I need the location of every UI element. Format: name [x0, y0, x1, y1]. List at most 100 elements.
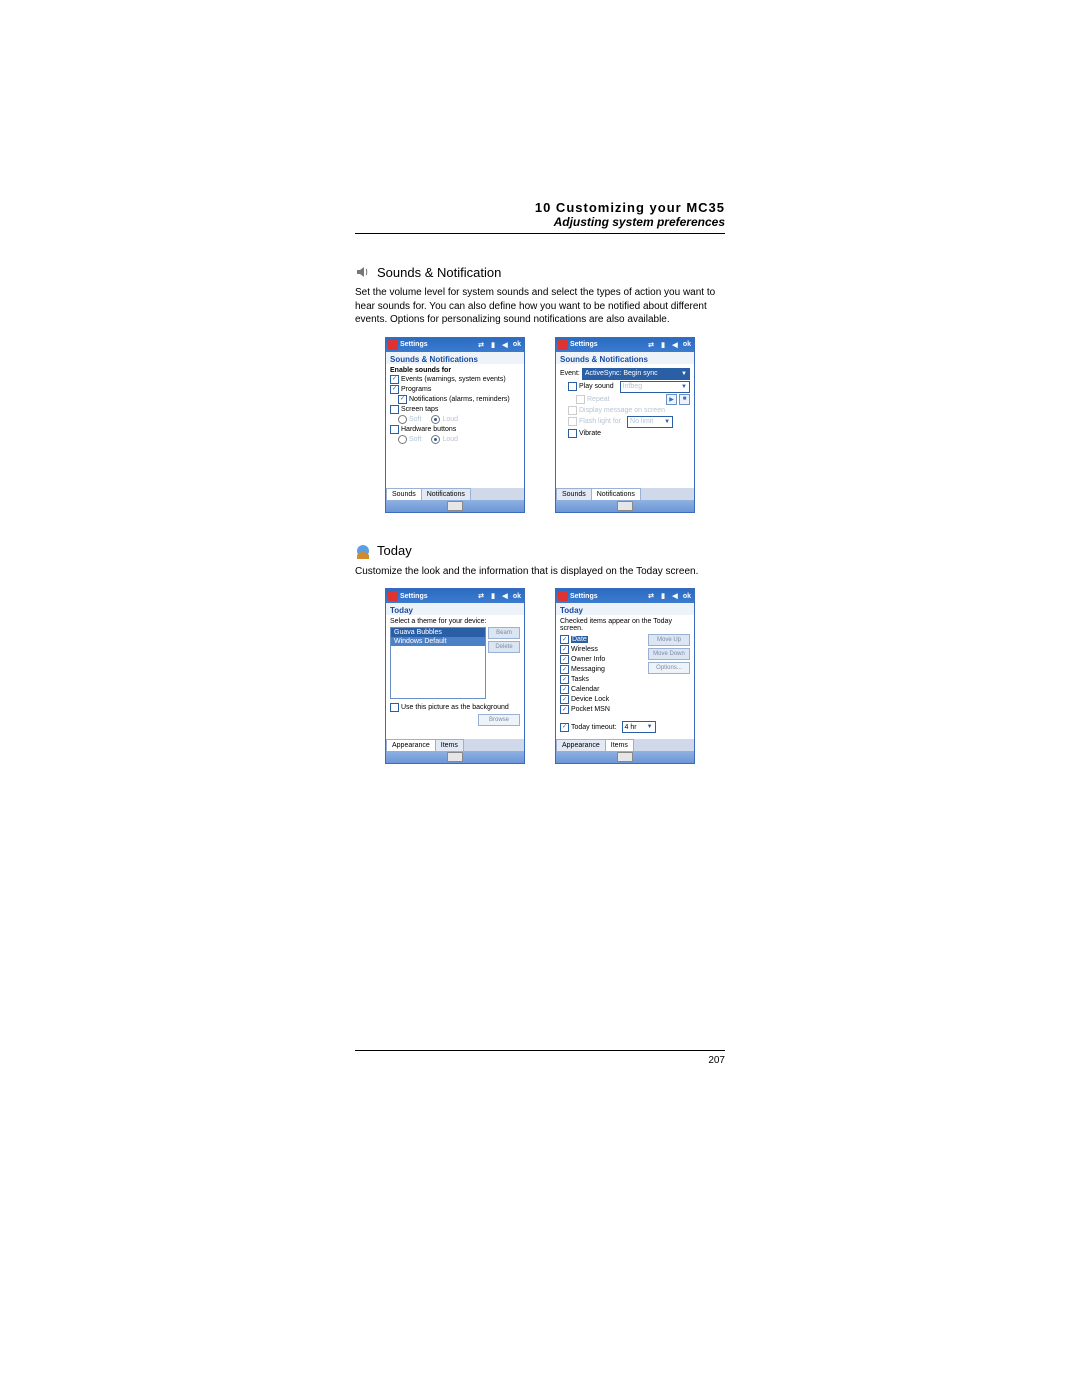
wireless-checkbox[interactable] — [560, 645, 569, 654]
signal-icon: ▮ — [658, 340, 668, 350]
start-flag-icon — [558, 591, 568, 601]
hwbuttons-label: Hardware buttons — [401, 426, 456, 433]
hwbuttons-soft-radio[interactable] — [398, 435, 407, 444]
theme-item-selected[interactable]: Guava Bubbles — [391, 628, 485, 637]
pocketmsn-label: Pocket MSN — [571, 706, 610, 713]
section-body-sounds: Set the volume level for system sounds a… — [355, 286, 725, 327]
soft-label: Soft — [409, 416, 421, 423]
volume-icon: ◀ — [670, 340, 680, 350]
start-flag-icon — [388, 591, 398, 601]
messaging-label: Messaging — [571, 666, 605, 673]
screentaps-loud-radio[interactable] — [431, 415, 440, 424]
tab-notifications[interactable]: Notifications — [591, 488, 641, 500]
soft-label-2: Soft — [409, 436, 421, 443]
titlebar-label: Settings — [400, 593, 428, 600]
play-button[interactable]: ▶ — [666, 394, 677, 405]
tab-items[interactable]: Items — [435, 739, 464, 751]
event-label: Event: — [560, 370, 580, 377]
repeat-checkbox[interactable] — [576, 395, 585, 404]
browse-button[interactable]: Browse — [478, 714, 520, 726]
pocketmsn-checkbox[interactable] — [560, 705, 569, 714]
repeat-label: Repeat — [587, 396, 610, 403]
panel-subhead: Sounds & Notifications — [556, 352, 694, 364]
ok-button[interactable]: ok — [512, 340, 522, 350]
panel-subhead: Today — [556, 603, 694, 615]
theme-listbox[interactable]: Guava Bubbles Windows Default — [390, 627, 486, 699]
ok-button[interactable]: ok — [512, 591, 522, 601]
keyboard-icon[interactable] — [617, 501, 633, 511]
timeout-checkbox[interactable] — [560, 723, 569, 732]
messaging-checkbox[interactable] — [560, 665, 569, 674]
options-button[interactable]: Options... — [648, 662, 690, 674]
ok-button[interactable]: ok — [682, 340, 692, 350]
page-number: 207 — [708, 1055, 725, 1066]
vibrate-checkbox[interactable] — [568, 429, 577, 438]
section-title-sounds: Sounds & Notification — [377, 265, 501, 280]
hwbuttons-checkbox[interactable] — [390, 425, 399, 434]
flash-dropdown[interactable]: No limit▼ — [627, 416, 673, 428]
volume-icon: ◀ — [500, 340, 510, 350]
ok-button[interactable]: ok — [682, 591, 692, 601]
programs-checkbox[interactable] — [390, 385, 399, 394]
event-dropdown[interactable]: ActiveSync: Begin sync▼ — [582, 368, 690, 380]
tab-sounds[interactable]: Sounds — [386, 488, 422, 500]
chapter-subtitle: Adjusting system preferences — [355, 215, 725, 229]
tab-appearance[interactable]: Appearance — [556, 739, 606, 751]
screenshot-sounds-tab: Settings ⇄ ▮ ◀ ok Sounds & Notifications… — [385, 337, 525, 513]
notifications-checkbox[interactable] — [398, 395, 407, 404]
devicelock-checkbox[interactable] — [560, 695, 569, 704]
programs-label: Programs — [401, 386, 431, 393]
displaymsg-checkbox[interactable] — [568, 406, 577, 415]
calendar-label: Calendar — [571, 686, 599, 693]
theme-prompt: Select a theme for your device: — [390, 618, 520, 625]
date-checkbox[interactable] — [560, 635, 569, 644]
events-label: Events (warnings, system events) — [401, 376, 506, 383]
tab-sounds[interactable]: Sounds — [556, 488, 592, 500]
delete-button[interactable]: Delete — [488, 641, 520, 653]
sound-dropdown[interactable]: Infbeg▼ — [620, 381, 690, 393]
events-checkbox[interactable] — [390, 375, 399, 384]
hwbuttons-loud-radio[interactable] — [431, 435, 440, 444]
wireless-label: Wireless — [571, 646, 598, 653]
beam-button[interactable]: Beam — [488, 627, 520, 639]
ownerinfo-checkbox[interactable] — [560, 655, 569, 664]
calendar-checkbox[interactable] — [560, 685, 569, 694]
titlebar-label: Settings — [570, 341, 598, 348]
signal-icon: ▮ — [658, 591, 668, 601]
timeout-dropdown[interactable]: 4 hr▼ — [622, 721, 656, 733]
movedown-button[interactable]: Move Down — [648, 648, 690, 660]
flash-checkbox[interactable] — [568, 417, 577, 426]
panel-subhead: Today — [386, 603, 524, 615]
theme-item[interactable]: Windows Default — [391, 637, 485, 646]
items-prompt: Checked items appear on the Today screen… — [560, 618, 690, 632]
tab-items[interactable]: Items — [605, 739, 634, 751]
timeout-value: 4 hr — [625, 724, 637, 731]
flash-label: Flash light for — [579, 418, 621, 425]
start-flag-icon — [558, 340, 568, 350]
titlebar-label: Settings — [570, 593, 598, 600]
keyboard-icon[interactable] — [447, 501, 463, 511]
screentaps-soft-radio[interactable] — [398, 415, 407, 424]
connectivity-icon: ⇄ — [476, 591, 486, 601]
titlebar-label: Settings — [400, 341, 428, 348]
tasks-label: Tasks — [571, 676, 589, 683]
devicelock-label: Device Lock — [571, 696, 609, 703]
tab-notifications[interactable]: Notifications — [421, 488, 471, 500]
notifications-label: Notifications (alarms, reminders) — [409, 396, 510, 403]
section-title-today: Today — [377, 543, 412, 558]
stop-button[interactable]: ■ — [679, 394, 690, 405]
tasks-checkbox[interactable] — [560, 675, 569, 684]
signal-icon: ▮ — [488, 340, 498, 350]
volume-icon: ◀ — [500, 591, 510, 601]
keyboard-icon[interactable] — [617, 752, 633, 762]
keyboard-icon[interactable] — [447, 752, 463, 762]
tab-appearance[interactable]: Appearance — [386, 739, 436, 751]
playsound-checkbox[interactable] — [568, 382, 577, 391]
usepicture-label: Use this picture as the background — [401, 704, 509, 711]
signal-icon: ▮ — [488, 591, 498, 601]
loud-label-2: Loud — [442, 436, 458, 443]
screenshot-today-appearance: Settings ⇄ ▮ ◀ ok Today Select a theme f… — [385, 588, 525, 764]
moveup-button[interactable]: Move Up — [648, 634, 690, 646]
screentaps-checkbox[interactable] — [390, 405, 399, 414]
usepicture-checkbox[interactable] — [390, 703, 399, 712]
